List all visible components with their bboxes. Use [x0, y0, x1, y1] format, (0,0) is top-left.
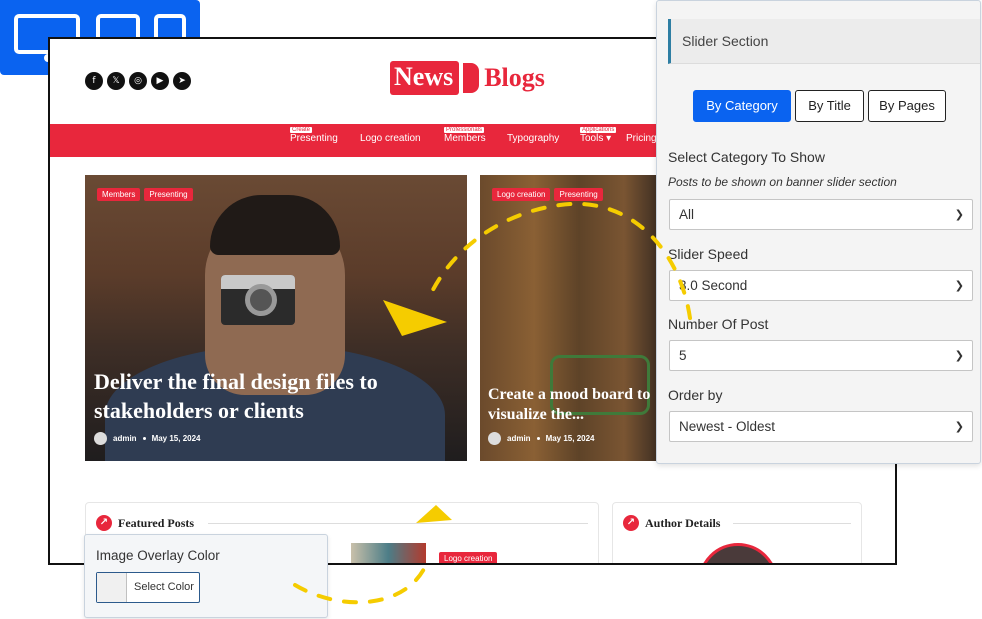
- nav-label: Typography: [507, 133, 560, 144]
- nav-label: Pricing: [626, 133, 657, 144]
- category-label: Select Category To Show: [668, 149, 825, 165]
- category-badge[interactable]: Logo creation: [492, 188, 551, 201]
- category-badge[interactable]: Presenting: [554, 188, 603, 201]
- hero-photo-hair: [210, 195, 340, 255]
- nav-tag: Professionals: [444, 127, 485, 133]
- category-help-text: Posts to be shown on banner slider secti…: [668, 175, 897, 189]
- color-swatch: [97, 573, 127, 602]
- section-title: Author Details: [645, 515, 721, 530]
- select-value: 5: [679, 348, 687, 363]
- post-author[interactable]: admin: [507, 434, 531, 443]
- facebook-icon[interactable]: f: [85, 72, 103, 90]
- arrow-up-right-icon: ↗: [623, 515, 639, 531]
- avatar: [488, 432, 501, 445]
- slider-section-panel: Slider Section By Category By Title By P…: [656, 0, 981, 464]
- logo-word-blogs: Blogs: [484, 63, 545, 92]
- nav-item-members[interactable]: Professionals Members: [444, 127, 486, 144]
- category-badge[interactable]: Presenting: [144, 188, 193, 201]
- nav-item-pricing[interactable]: Pricing: [626, 133, 657, 144]
- nav-label: Logo creation: [360, 133, 421, 144]
- arrow-up-right-icon: ↗: [96, 515, 112, 531]
- nav-item-logo-creation[interactable]: Logo creation: [360, 133, 421, 144]
- post-date: May 15, 2024: [545, 434, 595, 443]
- order-by-label: Order by: [668, 387, 723, 403]
- post-badges: Members Presenting: [97, 188, 193, 201]
- hero-side-title[interactable]: Create a mood board to visualize the...: [488, 385, 658, 425]
- post-meta: admin May 15, 2024: [488, 432, 595, 445]
- x-icon[interactable]: 𝕏: [107, 72, 125, 90]
- select-value: 3.0 Second: [679, 278, 748, 293]
- tab-by-category[interactable]: By Category: [693, 90, 791, 122]
- tab-by-pages[interactable]: By Pages: [868, 90, 946, 122]
- nav-tag: Applications: [580, 127, 617, 133]
- overlay-color-label: Image Overlay Color: [96, 548, 220, 563]
- logo-word-news: News: [390, 61, 460, 95]
- tab-by-title[interactable]: By Title: [795, 90, 864, 122]
- avatar: [94, 432, 107, 445]
- social-icons: f 𝕏 ◎ ▶ ➤: [85, 72, 191, 90]
- author-details-heading: ↗ Author Details: [623, 515, 720, 531]
- panel-title: Slider Section: [682, 33, 769, 49]
- panel-header: Slider Section: [668, 19, 980, 64]
- post-thumbnail[interactable]: [351, 543, 426, 563]
- chevron-down-icon: ❯: [954, 420, 964, 433]
- post-date: May 15, 2024: [151, 434, 201, 443]
- hero-main-post[interactable]: Members Presenting Deliver the final des…: [85, 175, 467, 461]
- nav-item-tools[interactable]: Applications Tools ▾: [580, 127, 617, 144]
- author-details-card: ↗ Author Details: [612, 502, 862, 563]
- author-avatar: [698, 543, 778, 563]
- post-count-label: Number Of Post: [668, 316, 769, 332]
- post-author[interactable]: admin: [113, 434, 137, 443]
- hero-side-post[interactable]: Logo creation Presenting Create a mood b…: [480, 175, 660, 461]
- site-logo[interactable]: News Blogs: [390, 61, 545, 95]
- overlay-color-panel: Image Overlay Color Select Color: [84, 534, 328, 618]
- category-badge[interactable]: Members: [97, 188, 141, 201]
- telegram-icon[interactable]: ➤: [173, 72, 191, 90]
- category-badge[interactable]: Logo creation: [439, 552, 498, 563]
- meta-separator: [536, 437, 540, 440]
- select-value: Newest - Oldest: [679, 419, 776, 434]
- nav-label: Presenting: [290, 133, 338, 144]
- chevron-down-icon: ❯: [954, 208, 964, 221]
- meta-separator: [142, 437, 146, 440]
- select-value: All: [679, 207, 695, 222]
- select-color-button[interactable]: Select Color: [96, 572, 200, 603]
- divider: [733, 523, 851, 524]
- post-meta: admin May 15, 2024: [94, 432, 201, 445]
- slider-speed-label: Slider Speed: [668, 246, 749, 262]
- post-count-select[interactable]: 5 ❯: [669, 340, 973, 371]
- nav-tag: Create: [290, 127, 313, 133]
- nav-label: Members: [444, 133, 486, 144]
- category-select[interactable]: All ❯: [669, 199, 973, 230]
- featured-posts-heading: ↗ Featured Posts: [96, 515, 194, 531]
- nav-item-typography[interactable]: Typography: [507, 133, 559, 144]
- camera-image: [221, 275, 295, 325]
- section-title: Featured Posts: [118, 515, 195, 530]
- youtube-icon[interactable]: ▶: [151, 72, 169, 90]
- slider-speed-select[interactable]: 3.0 Second ❯: [669, 270, 973, 301]
- nav-item-presenting[interactable]: Create Presenting: [290, 127, 338, 144]
- divider: [208, 523, 588, 524]
- chevron-down-icon: ❯: [954, 279, 964, 292]
- hero-main-title[interactable]: Deliver the final design files to stakeh…: [94, 367, 454, 425]
- select-color-label: Select Color: [134, 581, 194, 593]
- order-by-select[interactable]: Newest - Oldest ❯: [669, 411, 973, 442]
- nav-label: Tools ▾: [580, 133, 612, 144]
- chevron-down-icon: ❯: [954, 349, 964, 362]
- instagram-icon[interactable]: ◎: [129, 72, 147, 90]
- logo-mark-icon: [463, 63, 480, 93]
- post-badges: Logo creation Presenting: [492, 188, 603, 201]
